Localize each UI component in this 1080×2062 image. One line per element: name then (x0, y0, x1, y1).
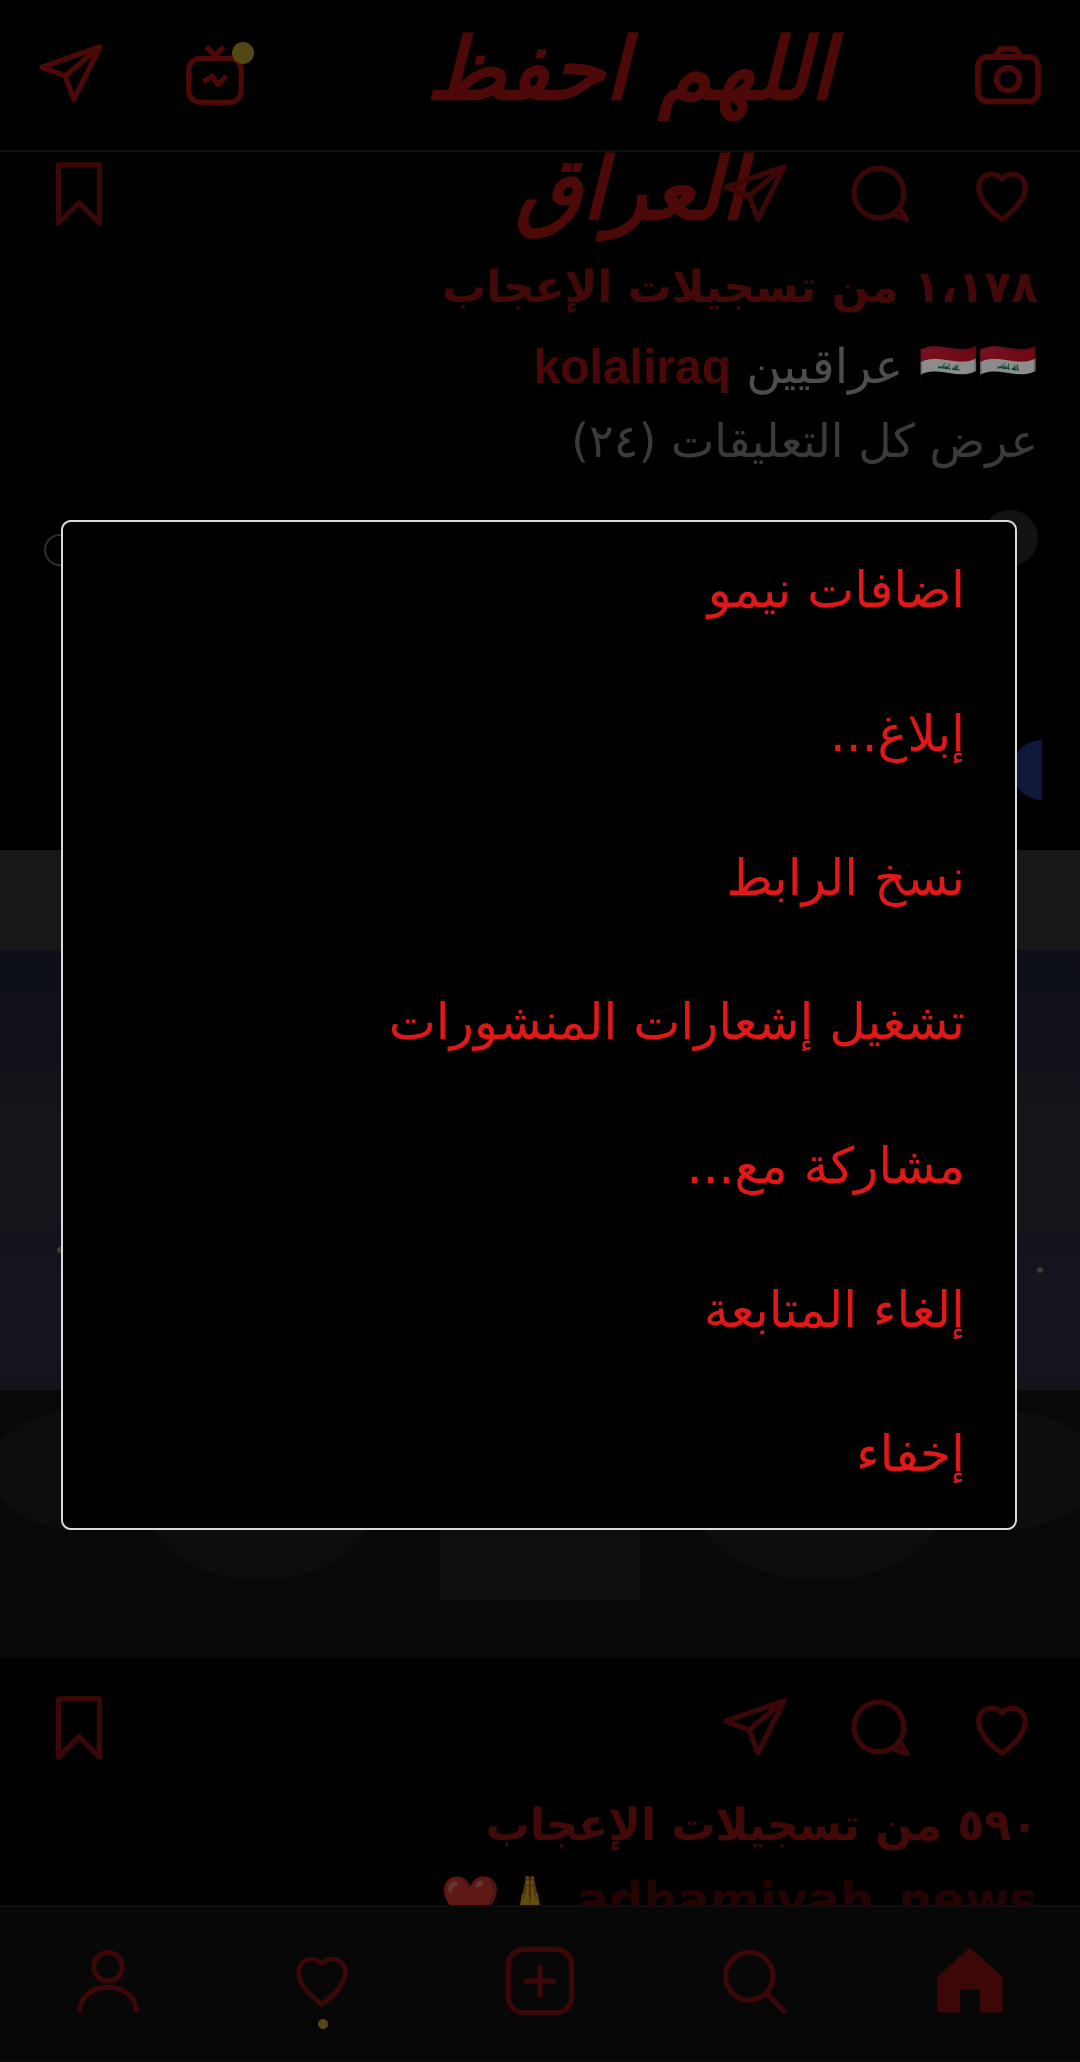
menu-item-copy-link[interactable]: نسخ الرابط (103, 828, 965, 928)
menu-item-hide[interactable]: إخفاء (103, 1404, 965, 1504)
menu-item-share-to[interactable]: مشاركة مع... (103, 1116, 965, 1216)
post-options-menu: اضافات نيمو إبلاغ... نسخ الرابط تشغيل إش… (61, 520, 1017, 1530)
menu-item-turn-on-post-notifications[interactable]: تشغيل إشعارات المنشورات (103, 972, 965, 1072)
menu-item-unfollow[interactable]: إلغاء المتابعة (103, 1260, 965, 1360)
menu-item-report[interactable]: إبلاغ... (103, 684, 965, 784)
menu-item-nemo-addons[interactable]: اضافات نيمو (103, 540, 965, 640)
